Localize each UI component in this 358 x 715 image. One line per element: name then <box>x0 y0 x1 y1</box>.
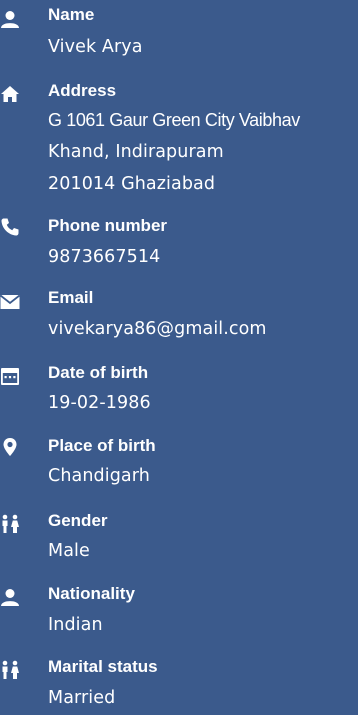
personal-details-panel: Name Vivek Arya Address G 1061 Gaur Gree… <box>0 0 358 715</box>
location-pin-icon <box>0 437 20 457</box>
field-label: Place of birth <box>48 436 156 455</box>
couple-icon <box>0 660 20 680</box>
field-value: Indian <box>48 615 103 635</box>
address-line-1: G 1061 Gaur Green City Vaibhav <box>48 110 300 130</box>
field-label: Date of birth <box>48 363 149 382</box>
mail-icon <box>0 292 20 312</box>
home-icon <box>0 84 20 104</box>
field-label: Marital status <box>48 657 158 676</box>
field-label: Gender <box>48 511 108 530</box>
field-name: Name Vivek Arya <box>0 4 358 60</box>
field-label: Nationality <box>48 584 135 603</box>
field-value: 9873667514 <box>48 247 161 267</box>
field-label: Phone number <box>48 216 168 235</box>
person-icon <box>0 10 20 30</box>
field-nationality: Nationality Indian <box>0 583 358 639</box>
field-label: Address <box>48 81 117 100</box>
field-gender: Gender Male <box>0 510 358 566</box>
field-place-of-birth: Place of birth Chandigarh <box>0 435 358 491</box>
field-value: Male <box>48 541 90 561</box>
field-value: vivekarya86@gmail.com <box>48 319 267 339</box>
field-label: Name <box>48 5 95 24</box>
person-icon <box>0 588 20 608</box>
field-value: 19-02-1986 <box>48 393 151 413</box>
calendar-icon <box>0 366 20 386</box>
field-email: Email vivekarya86@gmail.com <box>0 287 358 343</box>
field-value: Vivek Arya <box>48 37 143 57</box>
field-phone: Phone number 9873667514 <box>0 215 358 271</box>
address-line-3: 201014 Ghaziabad <box>48 174 216 194</box>
field-label: Email <box>48 288 94 307</box>
field-address: Address G 1061 Gaur Green City Vaibhav K… <box>0 80 358 200</box>
address-line-2: Khand, Indirapuram <box>48 142 224 162</box>
field-value: Chandigarh <box>48 466 150 486</box>
field-date-of-birth: Date of birth 19-02-1986 <box>0 362 358 418</box>
field-marital-status: Marital status Married <box>0 656 358 712</box>
gender-icon <box>0 514 20 534</box>
phone-icon <box>0 217 20 237</box>
field-value: Married <box>48 688 116 708</box>
